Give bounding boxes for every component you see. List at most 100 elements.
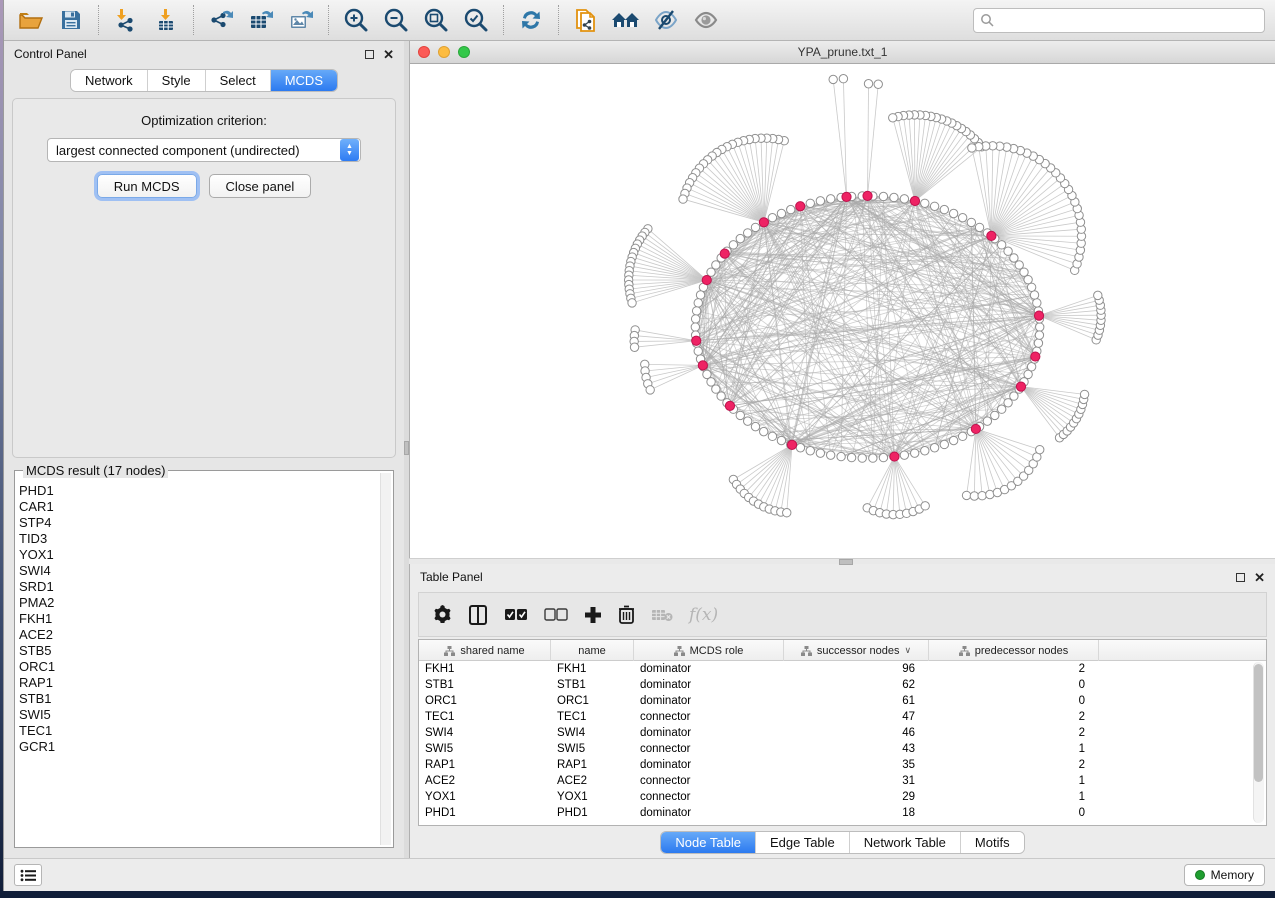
zoom-selected-button[interactable]: [459, 4, 493, 36]
divider-handle[interactable]: [839, 559, 853, 565]
mcds-result-item[interactable]: STB1: [19, 691, 379, 707]
hide-style-button[interactable]: [649, 4, 683, 36]
table-scrollbar[interactable]: [1253, 662, 1264, 823]
zoom-fit-button[interactable]: [419, 4, 453, 36]
mcds-result-item[interactable]: TID3: [19, 531, 379, 547]
tree-icon: [444, 646, 455, 656]
tab-select[interactable]: Select: [206, 70, 271, 91]
panel-divider-vertical[interactable]: [404, 41, 409, 858]
export-image-button[interactable]: [284, 4, 318, 36]
float-panel-icon[interactable]: [1236, 573, 1245, 582]
close-panel-icon[interactable]: ✕: [383, 50, 394, 59]
table-cell: 2: [929, 757, 1099, 773]
tab-mcds[interactable]: MCDS: [271, 70, 337, 91]
column-header-successor-nodes[interactable]: successor nodes∨: [784, 640, 929, 661]
table-cell: SWI5: [419, 741, 551, 757]
float-panel-icon[interactable]: [365, 50, 374, 59]
table-cell: [1099, 677, 1266, 693]
column-header-shared-name[interactable]: shared name: [419, 640, 551, 661]
column-header-MCDS-role[interactable]: MCDS role: [634, 640, 784, 661]
export-table-button[interactable]: [244, 4, 278, 36]
tab-motifs[interactable]: Motifs: [961, 832, 1024, 853]
mcds-result-item[interactable]: STB5: [19, 643, 379, 659]
close-panel-icon[interactable]: ✕: [1254, 573, 1265, 582]
column-header-predecessor-nodes[interactable]: predecessor nodes: [929, 640, 1099, 661]
table-cell: [1099, 693, 1266, 709]
table-cell: 1: [929, 741, 1099, 757]
column-header-name[interactable]: name: [551, 640, 634, 661]
status-bar: Memory: [4, 858, 1275, 891]
mcds-result-item[interactable]: SRD1: [19, 579, 379, 595]
table-row[interactable]: PHD1PHD1dominator180: [419, 805, 1266, 821]
table-scrollbar-thumb[interactable]: [1254, 664, 1263, 782]
mcds-result-item[interactable]: SWI4: [19, 563, 379, 579]
mcds-result-item[interactable]: FKH1: [19, 611, 379, 627]
panel-divider-horizontal[interactable]: [409, 558, 1275, 564]
mcds-result-item[interactable]: PHD1: [19, 483, 379, 499]
import-network-button[interactable]: [109, 4, 143, 36]
close-panel-button[interactable]: Close panel: [209, 174, 312, 198]
table-row[interactable]: STB1STB1dominator620: [419, 677, 1266, 693]
network-canvas[interactable]: [410, 64, 1275, 558]
export-network-button[interactable]: [204, 4, 238, 36]
table-row[interactable]: RAP1RAP1dominator352: [419, 757, 1266, 773]
mcds-result-item[interactable]: PMA2: [19, 595, 379, 611]
save-session-button[interactable]: [54, 4, 88, 36]
mcds-result-item[interactable]: ACE2: [19, 627, 379, 643]
network-window: YPA_prune.txt_1: [409, 41, 1275, 558]
table-row[interactable]: YOX1YOX1connector291: [419, 789, 1266, 805]
optimization-dropdown[interactable]: largest connected component (undirected)…: [47, 138, 361, 162]
mcds-result-item[interactable]: SWI5: [19, 707, 379, 723]
table-cell: dominator: [634, 725, 784, 741]
zoom-in-button[interactable]: [339, 4, 373, 36]
mcds-result-item[interactable]: GCR1: [19, 739, 379, 755]
deselect-all-icon[interactable]: [544, 608, 568, 622]
gear-icon[interactable]: [433, 605, 452, 624]
table-cell: TEC1: [419, 709, 551, 725]
search-icon: [980, 13, 995, 33]
delete-icon[interactable]: [618, 605, 635, 624]
search-input[interactable]: [973, 8, 1265, 33]
column-icon[interactable]: [468, 605, 488, 625]
run-mcds-button[interactable]: Run MCDS: [97, 174, 197, 198]
import-table-button[interactable]: [149, 4, 183, 36]
table-row[interactable]: SWI4SWI4dominator462: [419, 725, 1266, 741]
table-cell: 46: [784, 725, 929, 741]
task-history-button[interactable]: [14, 864, 42, 886]
network-home-icon: [611, 9, 641, 31]
memory-button[interactable]: Memory: [1184, 864, 1265, 886]
table-row[interactable]: ACE2ACE2connector311: [419, 773, 1266, 789]
mcds-result-item[interactable]: TEC1: [19, 723, 379, 739]
open-session-button[interactable]: [14, 4, 48, 36]
zoom-out-button[interactable]: [379, 4, 413, 36]
tab-style[interactable]: Style: [148, 70, 206, 91]
mcds-result-item[interactable]: CAR1: [19, 499, 379, 515]
clone-network-button[interactable]: [569, 4, 603, 36]
table-row[interactable]: SWI5SWI5connector431: [419, 741, 1266, 757]
network-graph[interactable]: [410, 64, 1275, 558]
mcds-result-item[interactable]: STP4: [19, 515, 379, 531]
network-home-button[interactable]: [609, 4, 643, 36]
mcds-result-scrollbar[interactable]: [380, 473, 391, 845]
table-row[interactable]: ORC1ORC1dominator610: [419, 693, 1266, 709]
mcds-result-item[interactable]: RAP1: [19, 675, 379, 691]
tab-edge-table[interactable]: Edge Table: [756, 832, 850, 853]
table-row[interactable]: FKH1FKH1dominator962: [419, 661, 1266, 677]
table-cell: connector: [634, 789, 784, 805]
table-toolbar: f(x): [418, 592, 1267, 637]
network-window-title: YPA_prune.txt_1: [410, 45, 1275, 59]
mcds-result-item[interactable]: YOX1: [19, 547, 379, 563]
zoom-in-icon: [343, 7, 369, 33]
mcds-result-item[interactable]: ORC1: [19, 659, 379, 675]
divider-handle[interactable]: [404, 441, 409, 455]
show-eye-button[interactable]: [689, 4, 723, 36]
add-icon[interactable]: [584, 606, 602, 624]
refresh-button[interactable]: [514, 4, 548, 36]
tab-network[interactable]: Network: [71, 70, 148, 91]
tab-node-table[interactable]: Node Table: [661, 832, 756, 853]
tab-network-table[interactable]: Network Table: [850, 832, 961, 853]
table-row[interactable]: TEC1TEC1connector472: [419, 709, 1266, 725]
select-all-icon[interactable]: [504, 608, 528, 622]
mcds-result-box: MCDS result (17 nodes) PHD1CAR1STP4TID3Y…: [14, 470, 394, 848]
table-cell: 2: [929, 709, 1099, 725]
